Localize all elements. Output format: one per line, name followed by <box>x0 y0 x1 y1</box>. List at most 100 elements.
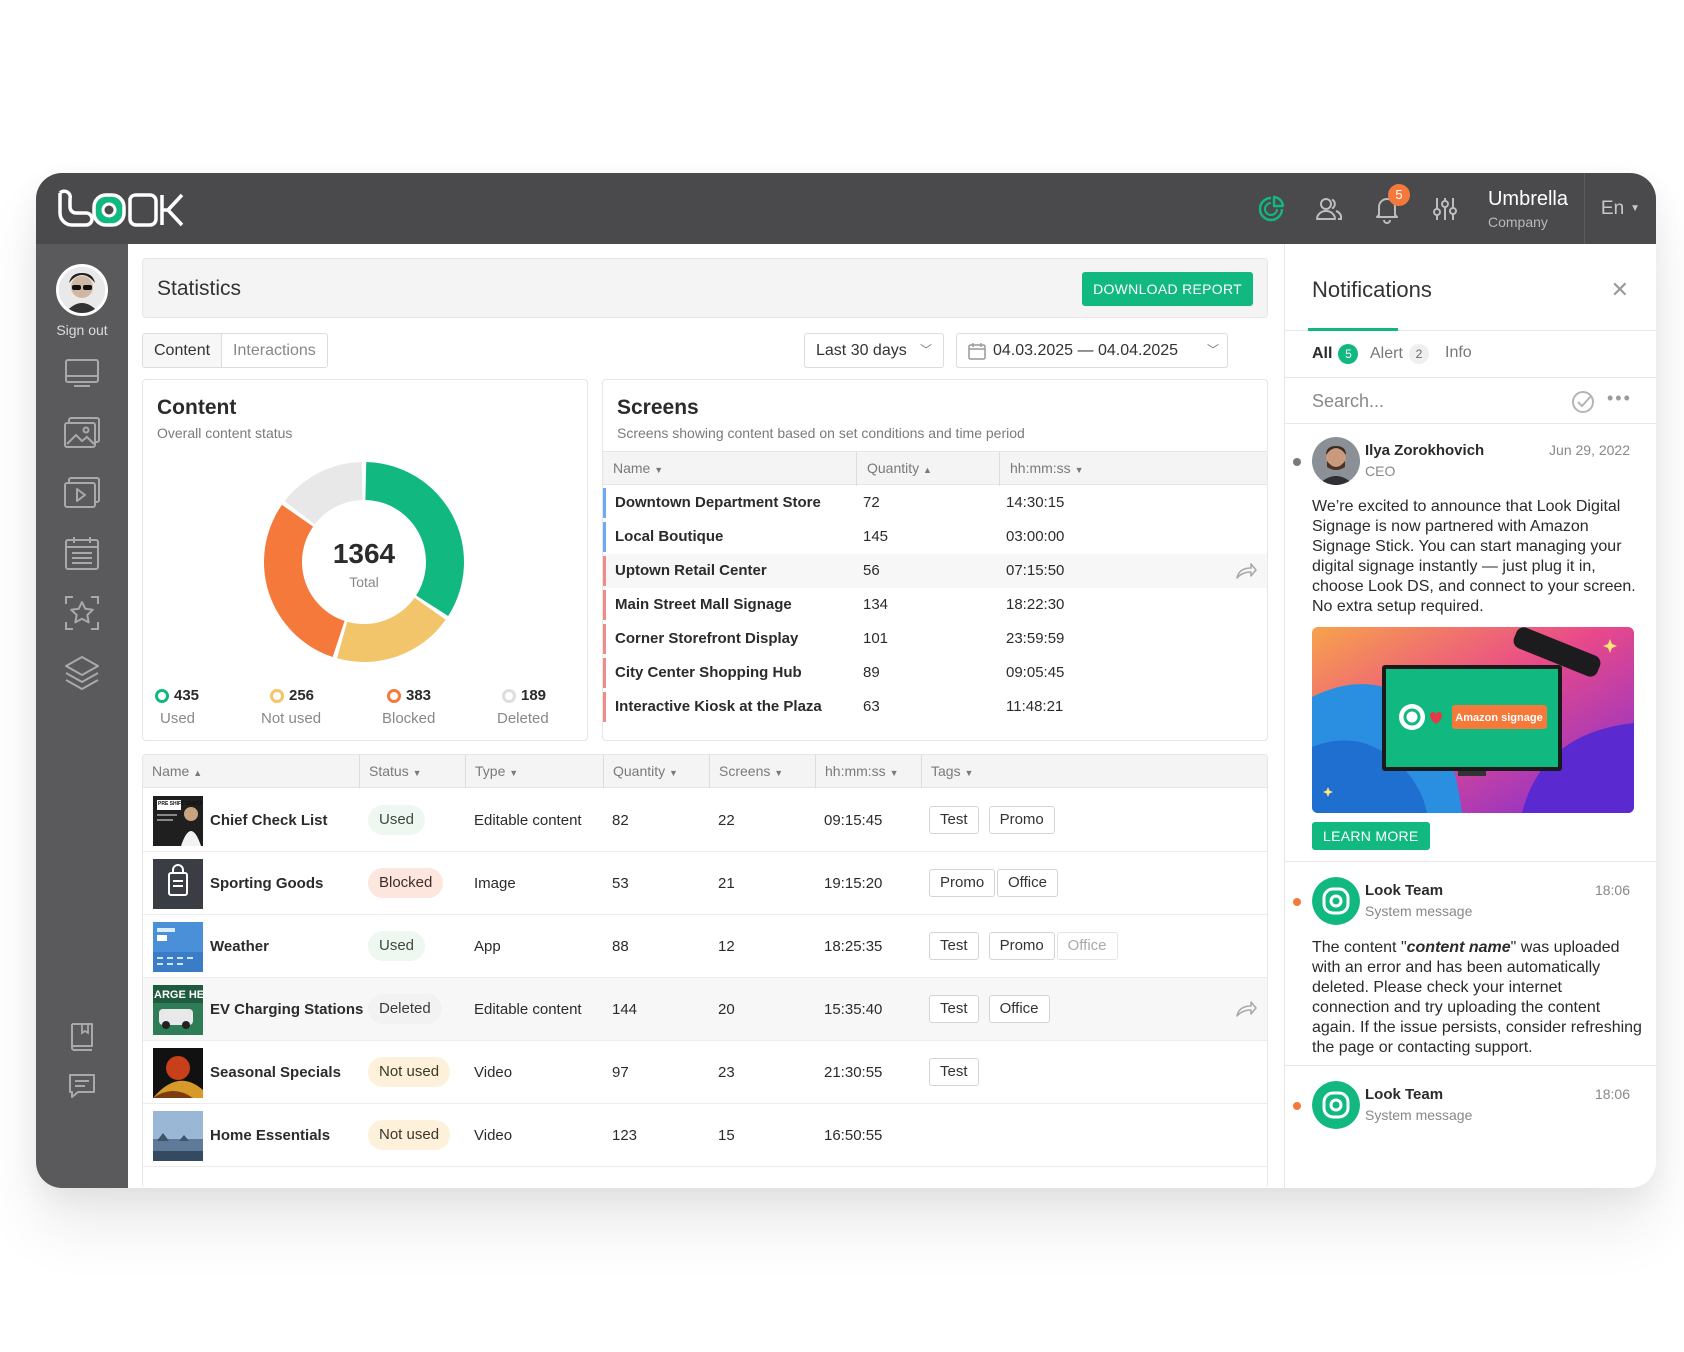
screen-time: 14:30:15 <box>1006 494 1065 511</box>
screen-row[interactable]: Main Street Mall Signage 134 18:22:30 <box>603 588 1267 622</box>
tab-content[interactable]: Content <box>143 334 223 367</box>
column-status-header[interactable]: Status ▼ <box>359 755 465 788</box>
sidebar-item-playlists[interactable] <box>58 469 106 517</box>
screen-row[interactable]: Uptown Retail Center 56 07:15:50 <box>603 554 1267 588</box>
content-name: Weather <box>210 938 269 955</box>
sidebar-item-media[interactable] <box>58 409 106 457</box>
table-row[interactable]: PRE SHIFT CHECKLIST Chief Check List Used E… <box>143 789 1267 852</box>
search-input[interactable] <box>1312 388 1552 414</box>
tag[interactable]: Promo <box>929 869 996 897</box>
legend-dot <box>155 688 169 703</box>
sidebar-item-templates[interactable] <box>58 589 106 637</box>
tag[interactable]: Test <box>929 806 979 834</box>
legend-value: 189 <box>521 687 547 704</box>
screen-name: Interactive Kiosk at the Plaza <box>615 698 822 715</box>
tag[interactable]: Test <box>929 932 979 960</box>
legend-not-used: 256 Not used <box>261 687 321 727</box>
content-type: Editable content <box>474 1001 582 1018</box>
settings-nav-button[interactable] <box>1416 173 1474 244</box>
body-text: The content " <box>1312 939 1407 956</box>
column-quantity-header[interactable]: Quantity ▼ <box>603 755 709 788</box>
notifications-nav-button[interactable]: 5 <box>1358 173 1416 244</box>
more-options-icon[interactable]: ••• <box>1607 388 1632 409</box>
status-badge: Blocked <box>368 868 444 898</box>
share-icon[interactable] <box>1235 562 1257 580</box>
layers-icon <box>65 656 99 690</box>
sender-role: System message <box>1365 1107 1473 1123</box>
column-screens-header[interactable]: Screens ▼ <box>709 755 815 788</box>
tag[interactable]: Promo <box>988 932 1055 960</box>
screen-name: Uptown Retail Center <box>615 562 767 579</box>
look-logo[interactable] <box>56 189 196 229</box>
column-name-header[interactable]: Name ▼ <box>603 452 858 486</box>
donut-slice-not-used[interactable] <box>336 597 446 662</box>
share-icon[interactable] <box>1235 1000 1257 1018</box>
chat-icon <box>69 1074 95 1098</box>
sort-down-icon: ▼ <box>669 768 678 778</box>
column-time-header[interactable]: hh:mm:ss ▼ <box>999 452 1199 486</box>
table-row[interactable]: ARGE HE EV Charging Stations Deleted Editab… <box>143 978 1267 1041</box>
column-time-header[interactable]: hh:mm:ss ▼ <box>815 755 921 788</box>
tag[interactable]: Office <box>988 995 1050 1023</box>
content-name: Sporting Goods <box>210 875 324 892</box>
sidebar-item-screens[interactable] <box>58 349 106 397</box>
table-row[interactable]: Sporting Goods Blocked Image 53 21 19:15:20 Pr… <box>143 852 1267 915</box>
language-select[interactable]: En ▼ <box>1584 173 1656 244</box>
sidebar-item-docs[interactable] <box>58 1013 106 1061</box>
tag[interactable]: Test <box>929 1058 979 1086</box>
sidebar-item-schedule[interactable] <box>58 529 106 577</box>
column-quantity-header[interactable]: Quantity ▲ <box>856 452 999 486</box>
company-switcher[interactable]: Umbrella Company <box>1474 173 1584 244</box>
sidebar-item-layers[interactable] <box>58 649 106 697</box>
tag[interactable]: Promo <box>988 806 1055 834</box>
top-nav: 5 Umbrella Company En ▼ <box>1242 173 1656 244</box>
table-row[interactable]: Seasonal Specials Not used Video 97 23 21:30:… <box>143 1041 1267 1104</box>
calendar-icon <box>968 343 986 360</box>
status-badge: Not used <box>368 1057 451 1087</box>
close-icon[interactable]: ✕ <box>1611 277 1629 303</box>
tag[interactable]: Test <box>929 995 979 1023</box>
content-thumbnail <box>153 859 203 909</box>
tab-count-badge: 5 <box>1338 344 1359 364</box>
page-header: Statistics DOWNLOAD REPORT <box>142 258 1268 318</box>
content-name-text: content name <box>1406 939 1511 956</box>
mark-all-read-icon[interactable] <box>1571 390 1595 414</box>
column-name-header[interactable]: Name ▲ <box>143 755 359 788</box>
statistics-nav-button[interactable] <box>1242 173 1300 244</box>
table-row[interactable]: Weather Used App 88 12 18:25:35 Test Promo Offic… <box>143 915 1267 978</box>
screen-row[interactable]: Downtown Department Store 72 14:30:15 <box>603 486 1267 520</box>
learn-more-button[interactable]: LEARN MORE <box>1312 822 1430 850</box>
statistics-tabs: Content Interactions <box>142 333 328 368</box>
screen-row[interactable]: Local Boutique 145 03:00:00 <box>603 520 1267 554</box>
table-row[interactable]: Home Essentials Not used Video 123 15 16:50:5… <box>143 1104 1267 1167</box>
column-tags-header[interactable]: Tags ▼ <box>921 755 1221 788</box>
tab-alert[interactable]: Alert 2 <box>1370 344 1429 364</box>
screen-time: 23:59:59 <box>1006 630 1065 647</box>
screen-quantity: 56 <box>863 562 880 579</box>
column-label: Name <box>152 763 190 779</box>
legend-label: Deleted <box>497 710 549 727</box>
sign-out-button[interactable]: Sign out <box>36 264 128 338</box>
screen-row[interactable]: Corner Storefront Display 101 23:59:59 <box>603 622 1267 656</box>
content-name: Chief Check List <box>210 812 328 829</box>
download-report-button[interactable]: DOWNLOAD REPORT <box>1082 272 1253 306</box>
sort-down-icon: ▼ <box>1074 465 1084 475</box>
screen-quantity: 134 <box>863 596 889 613</box>
unread-dot <box>1293 1102 1301 1110</box>
screen-row[interactable]: Interactive Kiosk at the Plaza 63 11:48:21 <box>603 690 1267 724</box>
tag[interactable]: Office <box>997 869 1058 897</box>
tab-all[interactable]: All 5 <box>1312 344 1359 364</box>
status-bar <box>603 624 606 654</box>
content-table-header: Name ▲ Status ▼ Type ▼ Quantity ▼ Screen… <box>143 755 1267 788</box>
tag[interactable]: Office <box>1056 932 1118 960</box>
tab-info[interactable]: Info <box>1445 344 1472 362</box>
column-type-header[interactable]: Type ▼ <box>465 755 603 788</box>
screen-row[interactable]: City Center Shopping Hub 89 09:05:45 <box>603 656 1267 690</box>
sidebar-item-chat[interactable] <box>58 1062 106 1110</box>
content-screens: 15 <box>718 1127 735 1144</box>
tab-interactions[interactable]: Interactions <box>222 334 327 367</box>
users-nav-button[interactable] <box>1300 173 1358 244</box>
period-select[interactable]: Last 30 days ﹀ <box>804 333 944 368</box>
screen-name: Main Street Mall Signage <box>615 596 792 613</box>
date-range-picker[interactable]: 04.03.2025 — 04.04.2025 ﹀ <box>956 333 1228 368</box>
